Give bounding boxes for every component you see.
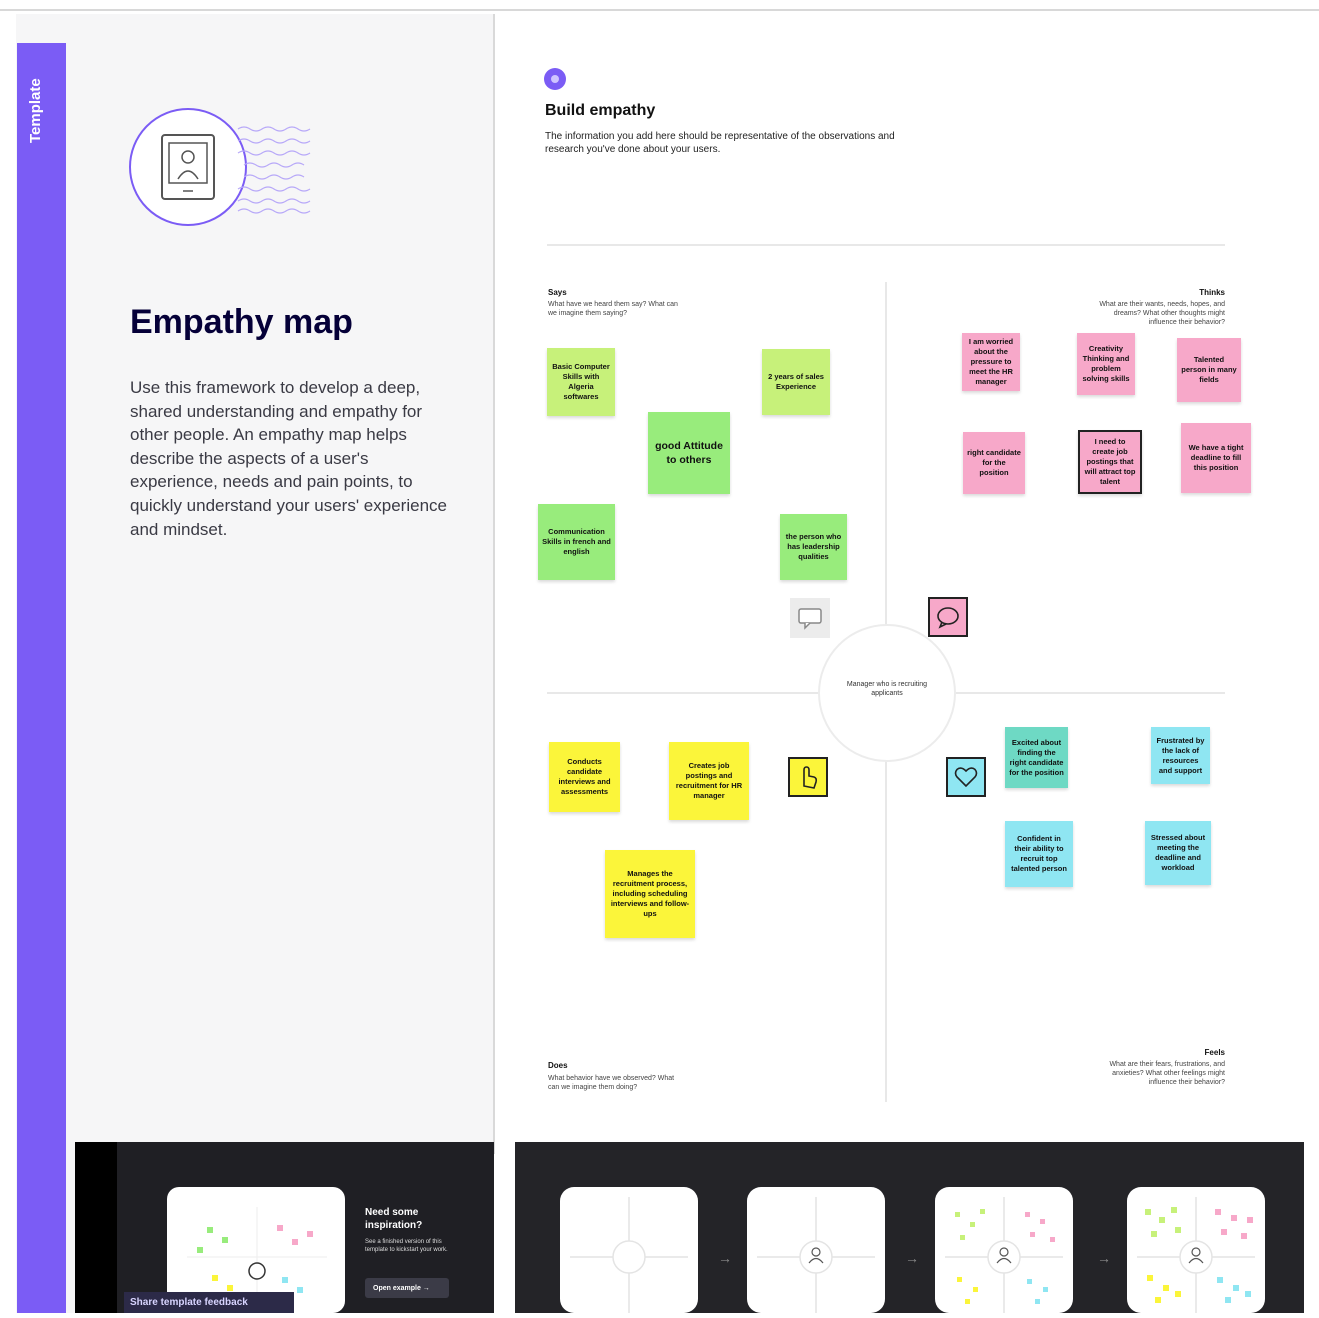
page-title: Empathy map [130,303,353,341]
top-divider [0,9,1319,11]
inspiration-banner: Need some inspiration? See a finished ve… [75,1142,494,1313]
template-tab[interactable]: Template [17,43,66,1313]
step-card-1[interactable] [560,1187,698,1313]
persona-map-thumbnail [757,1197,875,1313]
open-example-button[interactable]: Open example → [365,1278,449,1298]
arrow-icon: → [905,1250,919,1266]
does-title: Does [548,1061,568,1070]
completed-map-thumbnail [1137,1197,1255,1313]
sticky-note[interactable]: Creativity Thinking and problem solving … [1077,333,1135,395]
sticky-note[interactable]: good Attitude to others [648,412,730,494]
sticky-note[interactable]: Talented person in many fields [1177,338,1241,402]
sticky-note[interactable]: Stressed about meeting the deadline and … [1145,821,1211,885]
feels-title: Feels [1204,1048,1225,1057]
persona-label: Manager who is recruiting applicants [846,681,928,697]
filled-map-thumbnail [945,1197,1063,1313]
steps-carousel: → → → [515,1142,1304,1313]
step-card-4[interactable] [1127,1187,1265,1313]
section-divider [547,244,1225,246]
build-empathy-title: Build empathy [545,102,656,119]
sticky-note[interactable]: I need to create job postings that will … [1078,430,1142,494]
thinks-title: Thinks [1199,288,1225,297]
sticky-note[interactable]: Manages the recruitment process, includi… [605,850,695,938]
build-empathy-description: The information you add here should be r… [545,131,895,155]
persona-circle[interactable]: Manager who is recruiting applicants [818,624,956,762]
step-card-3[interactable] [935,1187,1073,1313]
panel-divider [493,14,495,1154]
sticky-note[interactable]: We have a tight deadline to fill this po… [1181,423,1251,493]
sticky-note[interactable]: Communication Skills in french and engli… [538,504,615,580]
portrait-icon [129,108,311,226]
step-card-2[interactable] [747,1187,885,1313]
chat-icon [928,597,968,637]
says-title: Says [548,288,567,297]
sticky-note[interactable]: Conducts candidate interviews and assess… [549,742,620,812]
arrow-icon: → [718,1250,732,1266]
hand-pointer-icon [788,757,828,797]
sticky-note[interactable]: right candidate for the position [963,432,1025,494]
thinks-question: What are their wants, needs, hopes, and … [1099,301,1225,326]
says-question: What have we heard them say? What can we… [548,301,678,317]
sticky-note[interactable]: Frustrated by the lack of resources and … [1151,727,1210,784]
speech-bubble-icon [790,598,830,638]
heart-icon [946,757,986,797]
template-tab-label: Template [27,78,44,143]
sticky-note[interactable]: Confident in their ability to recruit to… [1005,821,1073,887]
step-marker-icon [544,68,566,90]
sticky-note[interactable]: 2 years of sales Experience [762,349,830,415]
empty-map-thumbnail [570,1197,688,1313]
sticky-note[interactable]: Basic Computer Skills with Algeria softw… [547,348,615,416]
sticky-note[interactable]: Creates job postings and recruitment for… [669,742,749,820]
share-feedback-button[interactable]: Share template feedback [124,1292,294,1313]
sticky-note[interactable]: Excited about finding the right candidat… [1005,727,1068,788]
banner-edge [75,1142,117,1313]
inspiration-title: Need some inspiration? [365,1207,423,1231]
sticky-note[interactable]: the person who has leadership qualities [780,514,847,580]
does-question: What behavior have we observed? What can… [548,1075,675,1091]
feels-question: What are their fears, frustrations, and … [1109,1061,1225,1086]
template-description: Use this framework to develop a deep, sh… [130,378,447,539]
inspiration-subtitle: See a finished version of this template … [365,1239,448,1253]
sticky-note[interactable]: I am worried about the pressure to meet … [962,333,1020,391]
arrow-icon: → [1097,1250,1111,1266]
